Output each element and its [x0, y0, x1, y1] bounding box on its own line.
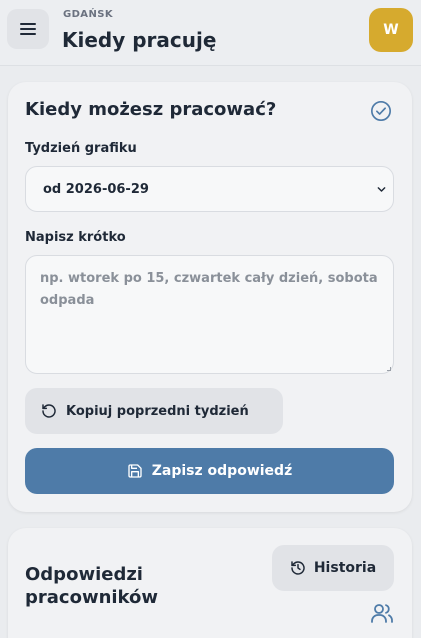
users-icon — [371, 604, 393, 623]
rotate-ccw-icon — [42, 404, 56, 418]
save-icon — [128, 464, 142, 478]
city-label: GDAŃSK — [63, 9, 113, 20]
responses-card: Odpowiedzi pracowników Historia — [8, 528, 412, 638]
page-title: Kiedy pracuję — [62, 28, 217, 52]
check-circle-icon — [371, 101, 391, 121]
copy-previous-week-label: Kopiuj poprzedni tydzień — [66, 403, 249, 419]
resize-grip[interactable] — [387, 367, 391, 371]
copy-previous-week-button[interactable]: Kopiuj poprzedni tydzień — [25, 388, 283, 434]
history-label: Historia — [313, 560, 377, 576]
week-select-value: od 2026-06-29 — [43, 181, 149, 197]
note-textarea[interactable]: np. wtorek po 15, czwartek cały dzień, s… — [25, 255, 394, 374]
menu-icon — [20, 23, 36, 35]
week-label: Tydzień grafiku — [25, 141, 137, 156]
note-label: Napisz krótko — [25, 230, 126, 245]
note-placeholder: np. wtorek po 15, czwartek cały dzień, s… — [40, 271, 378, 308]
availability-title: Kiedy możesz pracować? — [25, 99, 277, 120]
history-icon — [291, 561, 305, 575]
page: GDAŃSK Kiedy pracuję W Kiedy możesz prac… — [0, 0, 421, 638]
menu-button[interactable] — [7, 9, 49, 49]
chevron-down-icon — [377, 187, 386, 192]
save-answer-label: Zapisz odpowiedź — [151, 463, 293, 479]
history-button[interactable]: Historia — [272, 545, 394, 591]
save-answer-button[interactable]: Zapisz odpowiedź — [25, 448, 394, 494]
availability-card: Kiedy możesz pracować? Tydzień grafiku o… — [8, 82, 412, 512]
avatar[interactable]: W — [369, 8, 413, 52]
avatar-initial: W — [383, 22, 399, 38]
top-bar: GDAŃSK Kiedy pracuję W — [0, 0, 421, 66]
week-select[interactable]: od 2026-06-29 — [25, 166, 394, 212]
responses-title: Odpowiedzi pracowników — [25, 564, 159, 608]
